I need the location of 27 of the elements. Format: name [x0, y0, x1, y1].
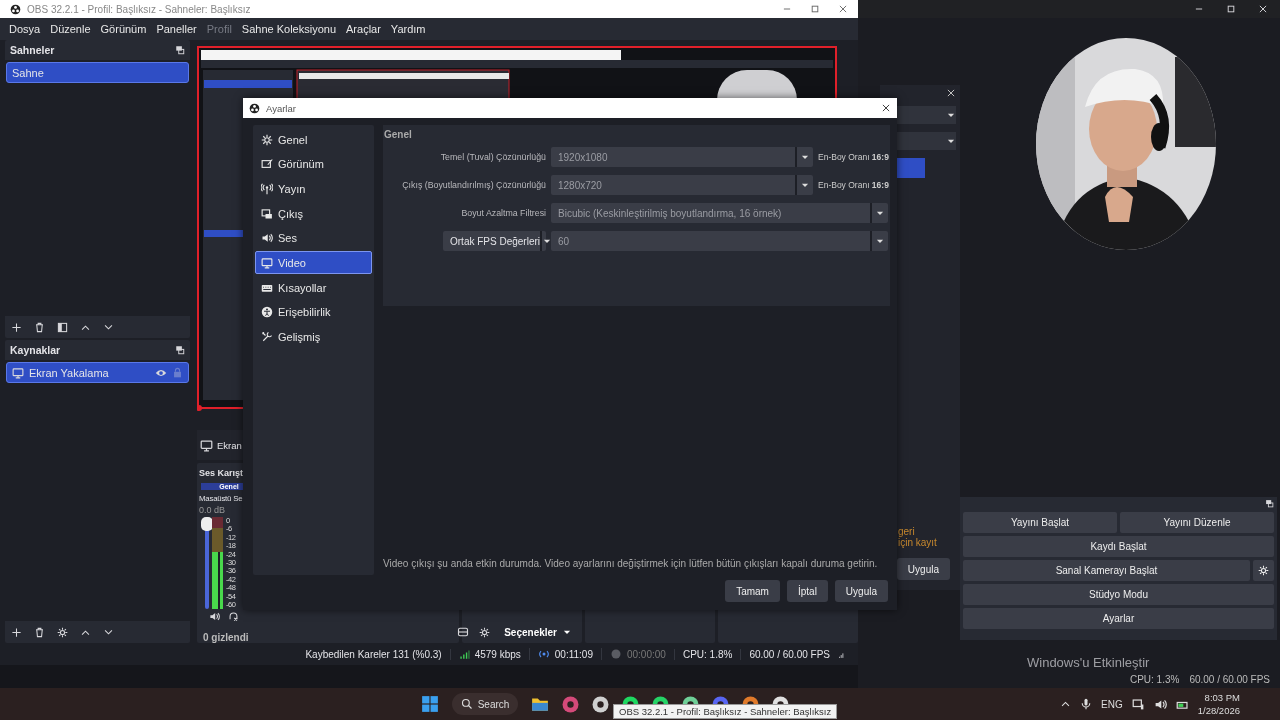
- activation-notice: Windows'u Etkinleştir: [1027, 655, 1150, 670]
- fps-reading: 60.00 / 60.00 FPS: [749, 648, 830, 660]
- section-title: Genel: [384, 129, 413, 140]
- volume-reading: 0.0 dB: [199, 505, 227, 515]
- source-name: Ekran: [217, 439, 242, 451]
- dock-title: Sahneler: [10, 44, 55, 56]
- cpu-usage: CPU: 1.3%: [1129, 673, 1180, 685]
- dock-title: Kaynaklar: [10, 344, 61, 356]
- aspect-ratio: En-Boy Oranı 16:9: [818, 180, 888, 190]
- field-label: Boyut Azaltma Filtresi: [460, 208, 546, 218]
- record-time: 00:00:00: [626, 648, 666, 660]
- dock-title: Ses Karışt: [199, 468, 244, 478]
- stream-time: 00:11:09: [554, 648, 593, 660]
- dropped-frames: Kaybedilen Kareler 131 (%0.3): [305, 648, 442, 660]
- dialog-title: Ayarlar: [266, 102, 297, 114]
- notice-text: Video çıkışı şu anda etkin durumda. Video ayarlarını değiştirmek için lütfen bütün çıkışları kapalı duruma getirin.: [383, 558, 879, 571]
- warning-text: için kayıt: [897, 537, 937, 548]
- window-title: OBS 32.2.1 - Profil: Başlıksız - Sahneler: Başlıksız: [27, 3, 252, 15]
- fps-reading: 60.00 / 60.00 FPS: [1189, 673, 1270, 685]
- tooltip: OBS 32.2.1 - Profil: Başlıksız - Sahneler: Başlıksız: [613, 704, 838, 719]
- warning-text: geri: [897, 526, 915, 537]
- aspect-ratio: En-Boy Oranı 16:9: [818, 152, 888, 162]
- cpu-usage: CPU: 1.8%: [682, 648, 733, 660]
- hidden-count: 0 gizlendi: [203, 631, 249, 643]
- field-label: Çıkış (Boyutlandırılmış) Çözünürlüğü: [401, 180, 546, 190]
- field-label: Temel (Tuval) Çözünürlüğü: [439, 152, 546, 162]
- bitrate: 4579 kbps: [474, 648, 521, 660]
